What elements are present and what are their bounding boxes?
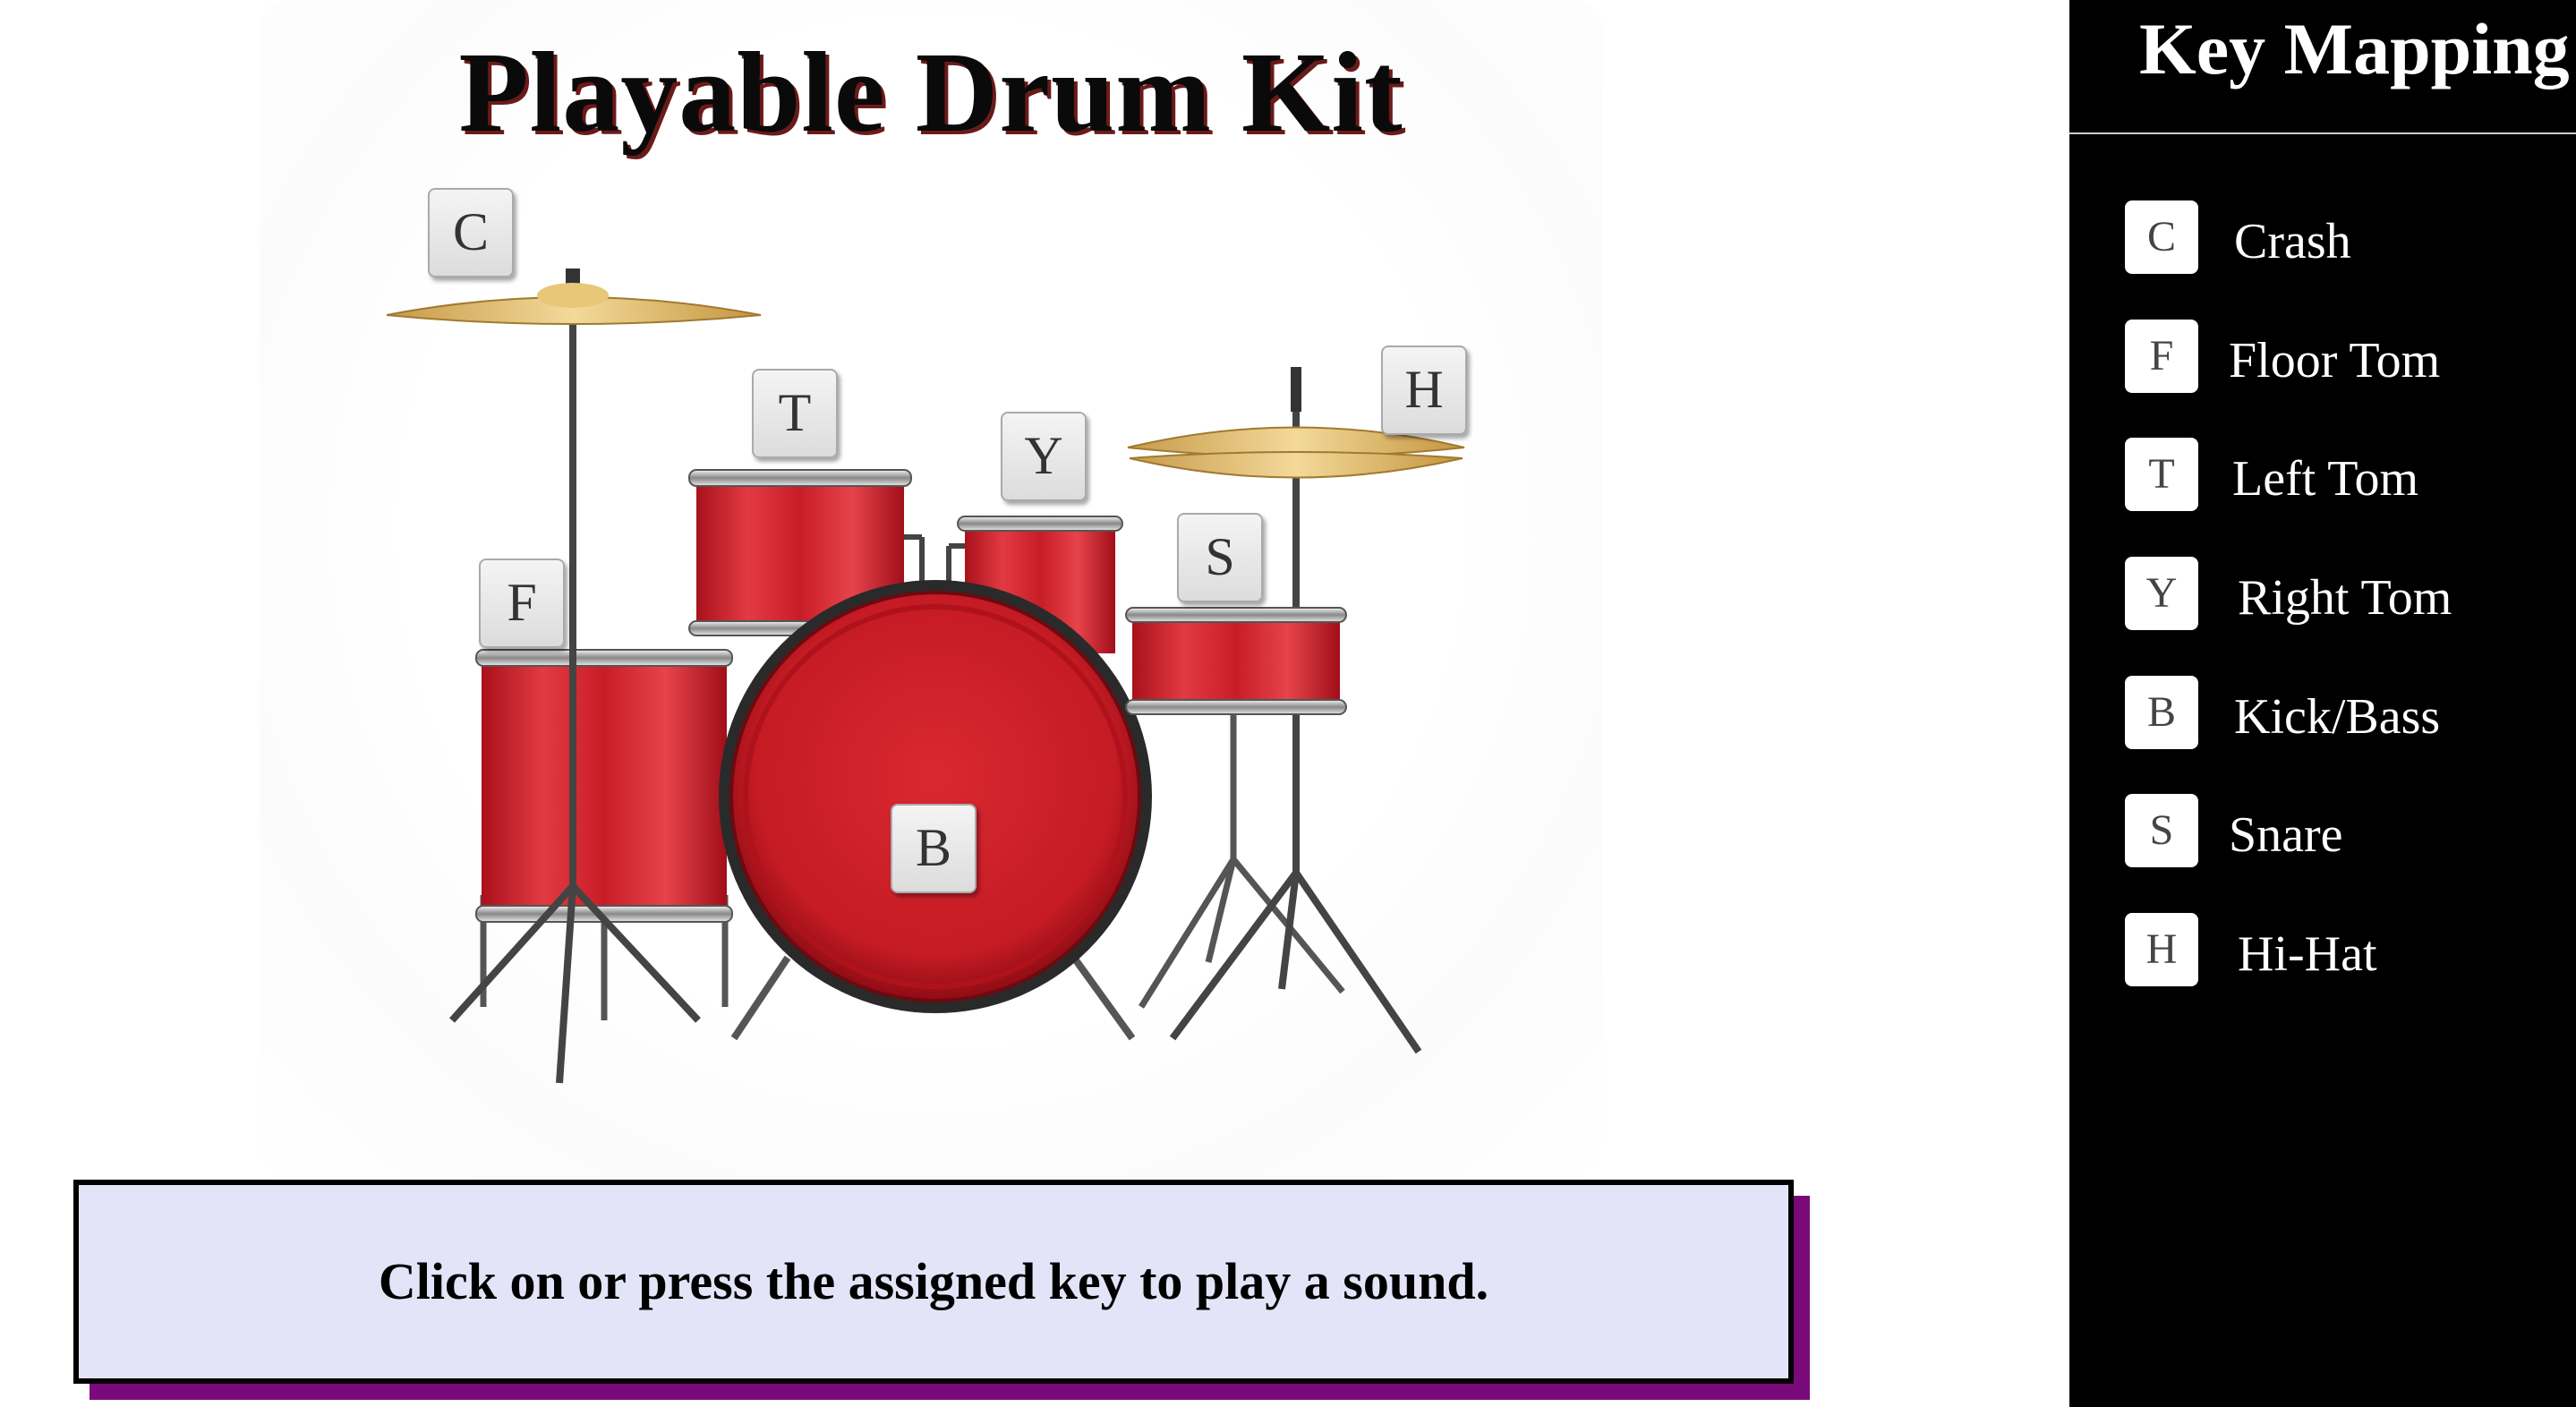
mapping-label: Hi-Hat <box>2238 926 2377 982</box>
mapping-key: C <box>2125 200 2198 274</box>
mapping-label: Kick/Bass <box>2234 689 2441 745</box>
mapping-label: Floor Tom <box>2229 333 2441 388</box>
mapping-key: Y <box>2125 557 2198 630</box>
floor-tom-key[interactable]: F <box>479 559 565 648</box>
snare-stand <box>1139 707 1345 1009</box>
drum-stage: Playable Drum Kit C H T Y S F B Click on… <box>0 0 2069 1407</box>
crash-key[interactable]: C <box>428 188 514 277</box>
snare-drum <box>1125 607 1347 715</box>
mapping-label: Snare <box>2229 807 2343 863</box>
mapping-key: T <box>2125 438 2198 511</box>
left-tom-key[interactable]: T <box>752 369 838 458</box>
right-tom-key[interactable]: Y <box>1001 412 1087 501</box>
mapping-key: B <box>2125 676 2198 749</box>
mapping-key: S <box>2125 794 2198 867</box>
mapping-label: Left Tom <box>2232 451 2419 507</box>
snare-key[interactable]: S <box>1177 513 1263 602</box>
floor-tom <box>475 649 733 923</box>
kick-key[interactable]: B <box>891 804 977 893</box>
sidebar-title: Key Mapping <box>2139 8 2570 90</box>
sidebar-divider <box>2069 132 2576 134</box>
mapping-key: F <box>2125 320 2198 393</box>
hihat-key[interactable]: H <box>1381 345 1467 435</box>
mapping-label: Right Tom <box>2238 570 2452 626</box>
mapping-key: H <box>2125 913 2198 986</box>
kick-drum <box>719 580 1152 1013</box>
key-mapping-sidebar: Key Mapping C Crash F Floor Tom T Left T… <box>2069 0 2576 1407</box>
status-message: Click on or press the assigned key to pl… <box>73 1180 1794 1384</box>
mapping-label: Crash <box>2234 214 2351 269</box>
crash-cymbal <box>386 283 762 325</box>
